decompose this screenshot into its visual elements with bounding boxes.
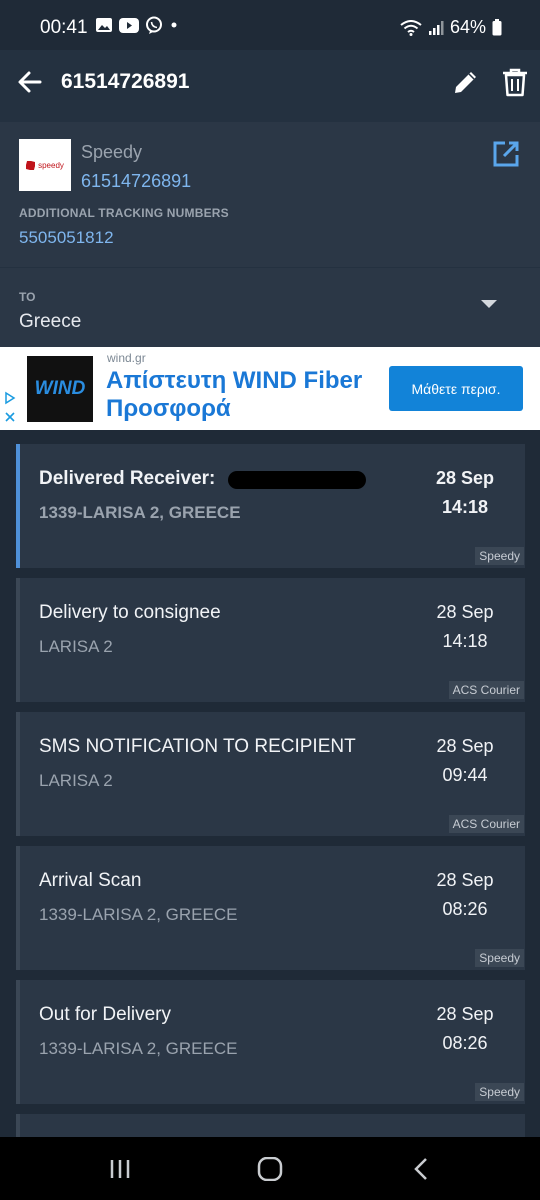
event-title: SMS NOTIFICATION TO RECIPIENT bbox=[39, 736, 356, 757]
youtube-icon bbox=[119, 17, 139, 33]
additional-tracking-number-link[interactable]: 5505051812 bbox=[19, 228, 114, 248]
event-carrier-badge: Speedy bbox=[475, 949, 524, 967]
ad-cta-button[interactable]: Μάθετε περισ. bbox=[389, 366, 523, 411]
event-date: 28 Sep bbox=[436, 1004, 494, 1024]
event-title: Arrival Scan bbox=[39, 870, 142, 891]
system-navigation-bar bbox=[0, 1137, 540, 1200]
ad-domain: wind.gr bbox=[107, 351, 146, 365]
event-location: 1339-LARISA 2, GREECE bbox=[39, 1039, 238, 1058]
nav-back-icon[interactable] bbox=[409, 1157, 435, 1181]
event-time: 14:18 bbox=[441, 497, 489, 517]
event-card-partial[interactable] bbox=[16, 1114, 525, 1137]
event-location: LARISA 2 bbox=[39, 637, 113, 656]
viber-icon bbox=[146, 16, 162, 34]
event-time: 09:44 bbox=[442, 765, 488, 785]
event-location: 1339-LARISA 2, GREECE bbox=[39, 905, 238, 924]
event-card[interactable]: Delivered Receiver: 1339-LARISA 2, GREEC… bbox=[16, 444, 525, 568]
status-time: 00:41 bbox=[40, 17, 88, 38]
status-system-icons: 64% bbox=[400, 17, 502, 38]
additional-tracking-label: ADDITIONAL TRACKING NUMBERS bbox=[19, 206, 229, 220]
carrier-logo: speedy bbox=[19, 139, 71, 191]
tracking-events-list[interactable]: Delivered Receiver: 1339-LARISA 2, GREEC… bbox=[0, 430, 540, 1137]
battery-percent: 64% bbox=[449, 17, 486, 37]
carrier-name: Speedy bbox=[81, 142, 143, 162]
dot-icon bbox=[171, 22, 177, 28]
event-card[interactable]: Out for Delivery 1339-LARISA 2, GREECE 2… bbox=[16, 980, 525, 1104]
event-date: 28 Sep bbox=[436, 870, 494, 890]
gallery-icon bbox=[96, 18, 112, 32]
event-time: 08:26 bbox=[442, 899, 488, 919]
ad-choices[interactable] bbox=[3, 391, 17, 429]
event-date: 28 Sep bbox=[435, 468, 495, 488]
signal-icon bbox=[428, 20, 444, 35]
event-location: LARISA 2 bbox=[39, 771, 113, 790]
battery-icon bbox=[492, 19, 502, 36]
ad-banner[interactable]: WIND wind.gr Απίστευτη WIND Fiber Προσφο… bbox=[0, 347, 540, 430]
trash-icon[interactable] bbox=[500, 66, 530, 98]
event-card[interactable]: Arrival Scan 1339-LARISA 2, GREECE 28 Se… bbox=[16, 846, 525, 970]
redacted-name bbox=[228, 471, 366, 489]
dropdown-arrow-icon[interactable] bbox=[480, 298, 498, 310]
event-title: Delivered Receiver: bbox=[39, 468, 216, 489]
status-notification-icons bbox=[95, 16, 179, 34]
divider bbox=[0, 267, 540, 268]
event-card[interactable]: SMS NOTIFICATION TO RECIPIENT LARISA 2 2… bbox=[16, 712, 525, 836]
ad-logo: WIND bbox=[27, 356, 93, 422]
event-time: 14:18 bbox=[442, 631, 488, 651]
speedy-logo-icon bbox=[26, 160, 36, 170]
destination-label: TO bbox=[19, 290, 36, 304]
ad-headline[interactable]: Απίστευτη WIND Fiber Προσφορά bbox=[106, 367, 386, 423]
ad-logo-text: WIND bbox=[34, 378, 86, 399]
shipment-info-panel: speedy Speedy 61514726891 ADDITIONAL TRA… bbox=[0, 122, 540, 347]
open-external-icon[interactable] bbox=[492, 140, 520, 168]
ad-close-icon[interactable] bbox=[3, 410, 17, 424]
event-card[interactable]: Delivery to consignee LARISA 2 28 Sep 14… bbox=[16, 578, 525, 702]
wifi-icon bbox=[400, 19, 422, 36]
tracking-number-link[interactable]: 61514726891 bbox=[81, 171, 191, 192]
adchoices-icon[interactable] bbox=[3, 391, 17, 405]
edit-pencil-icon[interactable] bbox=[450, 66, 482, 98]
home-icon[interactable] bbox=[257, 1157, 283, 1181]
status-bar: 00:41 64% bbox=[0, 0, 540, 50]
event-location: 1339-LARISA 2, GREECE bbox=[39, 503, 241, 522]
event-time: 08:26 bbox=[442, 1033, 488, 1053]
event-carrier-badge: Speedy bbox=[475, 547, 524, 565]
page-title: 61514726891 bbox=[61, 70, 190, 93]
event-carrier-badge: Speedy bbox=[475, 1083, 524, 1101]
event-title: Delivery to consignee bbox=[39, 602, 221, 623]
event-carrier-badge: ACS Courier bbox=[448, 815, 524, 833]
event-date: 28 Sep bbox=[436, 736, 494, 756]
recent-apps-icon[interactable] bbox=[107, 1157, 133, 1181]
event-title: Out for Delivery bbox=[39, 1004, 171, 1025]
back-arrow-icon[interactable] bbox=[16, 68, 44, 96]
event-date: 28 Sep bbox=[436, 602, 494, 622]
app-bar: 61514726891 bbox=[0, 50, 540, 122]
destination-value[interactable]: Greece bbox=[19, 311, 81, 333]
carrier-logo-text: speedy bbox=[38, 160, 64, 170]
event-carrier-badge: ACS Courier bbox=[448, 681, 524, 699]
